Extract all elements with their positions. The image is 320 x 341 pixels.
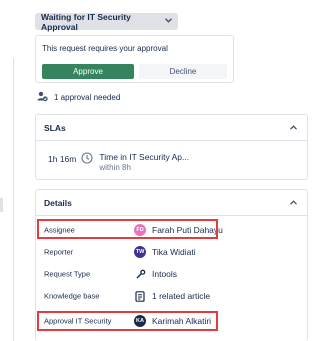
detail-label: Reporter	[44, 247, 74, 257]
detail-value: Intools	[152, 269, 178, 279]
approval-message: This request requires your approval	[42, 44, 168, 53]
knowledge-base-field[interactable]: 1 related article	[134, 290, 210, 302]
details-header[interactable]: Details	[36, 190, 307, 216]
detail-label: Knowledge base	[44, 291, 100, 301]
detail-value: Tika Widiati	[152, 247, 196, 257]
left-panel-edge	[0, 58, 14, 341]
approval-people-icon	[37, 91, 54, 104]
sla-target: within 8h	[99, 163, 131, 172]
decline-button[interactable]: Decline	[139, 64, 227, 79]
slas-panel: SLAs 1h 16m Time in IT Security Ap... wi…	[35, 114, 308, 180]
reporter-field[interactable]: TW Tika Widiati	[134, 246, 196, 258]
detail-row-knowledge-base: Knowledge base 1 related article	[36, 286, 307, 306]
detail-label: Request Type	[44, 269, 91, 279]
assignee-highlight-box	[37, 219, 218, 239]
chevron-up-icon	[290, 123, 297, 132]
status-label: Waiting for IT Security Approval	[41, 11, 131, 32]
request-type-icon	[134, 268, 146, 280]
chevron-down-icon	[165, 18, 172, 25]
slas-title: SLAs	[44, 122, 66, 133]
approval-it-security-highlight-box	[37, 311, 218, 331]
detail-value: 1 related article	[152, 291, 211, 301]
clock-icon	[81, 152, 93, 166]
sla-time: 1h 16m	[48, 154, 77, 164]
approve-button[interactable]: Approve	[42, 64, 134, 79]
detail-row-request-type: Request Type Intools	[36, 264, 307, 284]
sla-name: Time in IT Security Ap...	[99, 152, 190, 162]
slas-header[interactable]: SLAs	[36, 115, 307, 141]
chevron-up-icon	[290, 198, 297, 207]
details-title: Details	[44, 197, 72, 208]
approvals-needed: 1 approval needed	[37, 91, 120, 104]
approvals-needed-text: 1 approval needed	[54, 93, 121, 102]
article-icon	[134, 290, 146, 302]
avatar: TW	[134, 246, 146, 258]
approval-card: This request requires your approval Appr…	[35, 35, 234, 83]
status-transition-button[interactable]: Waiting for IT Security Approval	[35, 11, 178, 32]
request-type-field[interactable]: Intools	[134, 268, 177, 280]
detail-row-reporter: Reporter TW Tika Widiati	[36, 242, 307, 262]
sla-item: 1h 16m Time in IT Security Ap... within …	[48, 152, 189, 173]
left-panel-marker	[0, 198, 3, 212]
